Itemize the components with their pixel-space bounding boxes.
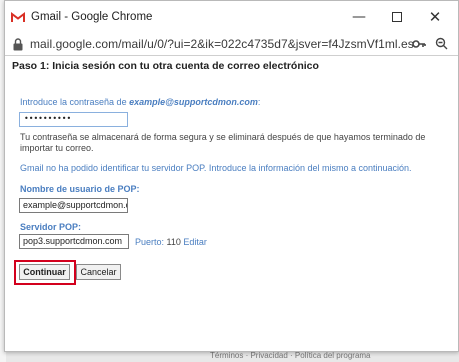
maximize-icon (392, 12, 402, 22)
popup-window: Gmail - Google Chrome — ✕ mail.google.co… (4, 0, 459, 352)
key-icon[interactable] (412, 38, 426, 50)
pop-server-label: Servidor POP: (20, 222, 82, 232)
password-suffix: : (257, 97, 261, 107)
minimize-button[interactable]: — (342, 1, 376, 33)
close-button[interactable]: ✕ (418, 1, 452, 33)
window-title: Gmail - Google Chrome (31, 11, 153, 23)
gmail-icon (11, 11, 25, 22)
port-info: Puerto: 110 Editar (135, 237, 207, 247)
address-bar[interactable]: mail.google.com/mail/u/0/?ui=2&ik=022c47… (5, 33, 458, 55)
security-note: Tu contraseña se almacenará de forma seg… (20, 132, 426, 153)
cancel-button[interactable]: Cancelar (76, 264, 121, 280)
title-bar: Gmail - Google Chrome — ✕ (5, 1, 458, 33)
port-value: 110 (166, 237, 181, 247)
pop-server-input[interactable]: pop3.supportcdmon.com (19, 234, 129, 249)
maximize-button[interactable] (380, 1, 414, 33)
continue-button[interactable]: Continuar (19, 264, 70, 280)
port-label: Puerto: (135, 237, 167, 247)
password-email: example@supportcdmon.com (129, 97, 258, 107)
background-footer: Términos · Privacidad · Política del pro… (210, 351, 371, 360)
password-label: Introduce la contraseña de example@suppo… (20, 97, 260, 107)
pop-user-input[interactable]: example@supportcdmon.com (19, 198, 128, 213)
dialog-content: Paso 1: Inicia sesión con tu otra cuenta… (5, 55, 458, 351)
page-title: Paso 1: Inicia sesión con tu otra cuenta… (12, 60, 319, 72)
password-input[interactable]: •••••••••• (19, 112, 128, 127)
pop-user-label: Nombre de usuario de POP: (20, 184, 140, 194)
pop-notice: Gmail no ha podido identificar tu servid… (20, 163, 412, 173)
lock-icon (13, 37, 23, 50)
port-edit-link[interactable]: Editar (183, 237, 207, 247)
zoom-icon[interactable] (435, 37, 448, 50)
url-text[interactable]: mail.google.com/mail/u/0/?ui=2&ik=022c47… (30, 37, 415, 51)
password-prompt: Introduce la contraseña de (20, 97, 130, 107)
